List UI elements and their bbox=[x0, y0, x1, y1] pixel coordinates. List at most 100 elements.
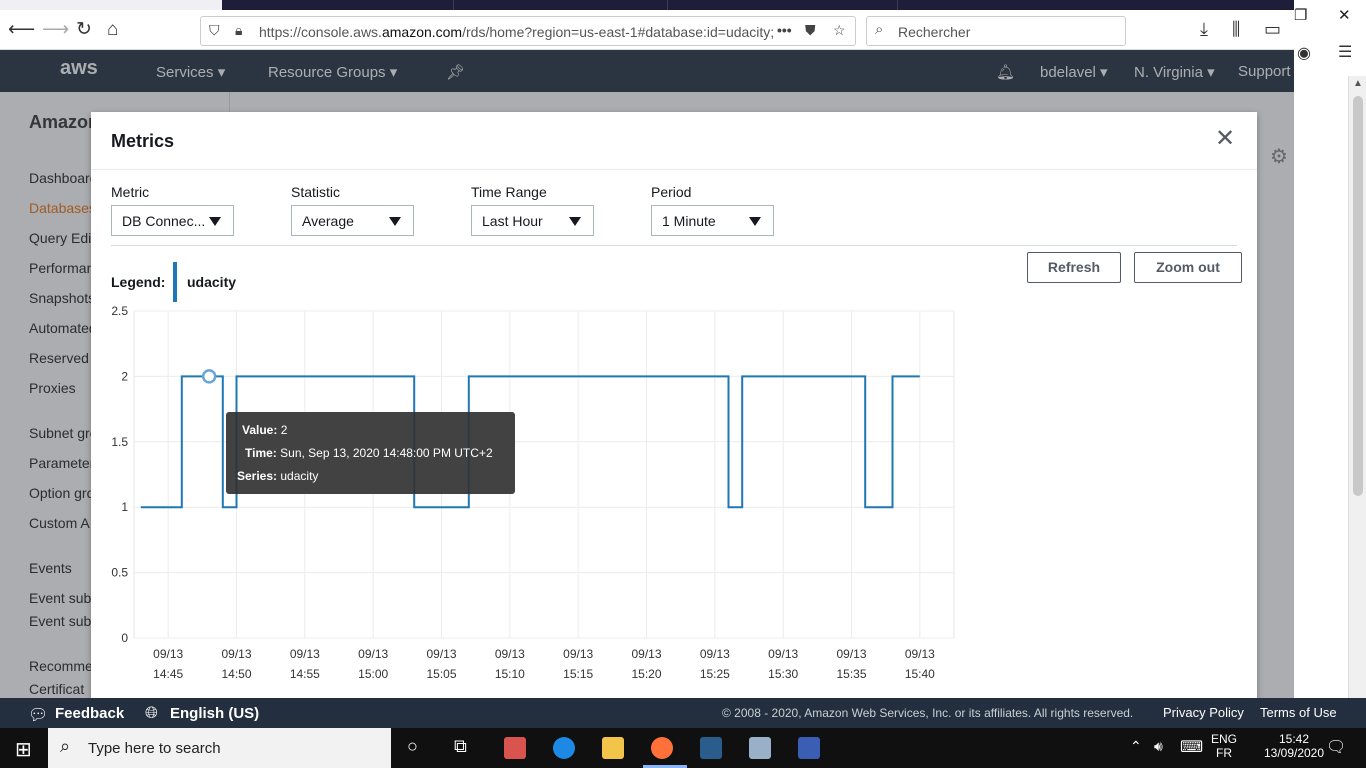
file-explorer-icon[interactable] bbox=[602, 737, 624, 759]
search-icon: ⌕ bbox=[875, 21, 884, 38]
download-icon[interactable]: ⤓ bbox=[1200, 19, 1208, 40]
tab-bar bbox=[222, 0, 1294, 10]
firefox-icon[interactable] bbox=[651, 737, 673, 759]
account-icon[interactable]: ◉ bbox=[1297, 43, 1311, 63]
period-select[interactable]: 1 Minute bbox=[651, 205, 774, 236]
x-tick-time-label: 15:40 bbox=[905, 667, 935, 681]
url-domain: amazon.com bbox=[381, 24, 463, 40]
home-icon[interactable]: ⌂ bbox=[107, 19, 118, 41]
bookmark-star-icon[interactable]: ☆ bbox=[833, 22, 846, 39]
legend-swatch bbox=[173, 262, 177, 302]
x-tick-time-label: 15:35 bbox=[836, 667, 866, 681]
globe-icon[interactable]: 🌐︎ bbox=[145, 705, 158, 723]
modal-header: Metrics ✕ bbox=[91, 112, 1257, 170]
pocket-icon[interactable]: ⛊ bbox=[805, 22, 816, 39]
task-view-icon[interactable]: ⧉ bbox=[454, 736, 467, 757]
browser-tab[interactable] bbox=[222, 0, 454, 10]
office-app-icon[interactable] bbox=[504, 737, 526, 759]
window-controls: ❐ ✕ bbox=[1294, 0, 1366, 34]
feedback-link[interactable]: Feedback bbox=[55, 705, 124, 722]
x-tick-date-label: 09/13 bbox=[221, 647, 251, 661]
metrics-chart[interactable]: 0 0.5 1 1.5 2 2.5 09/13 14:45 09/13 14:50 09/13 14:… bbox=[91, 298, 1257, 702]
edge-browser-icon[interactable] bbox=[553, 737, 575, 759]
refresh-button[interactable]: Refresh bbox=[1027, 252, 1121, 283]
browser-search-box[interactable]: ⌕ Rechercher bbox=[866, 16, 1126, 46]
x-tick-date-label: 09/13 bbox=[836, 647, 866, 661]
x-tick-date-label: 09/13 bbox=[153, 647, 183, 661]
x-tick-date-label: 09/13 bbox=[495, 647, 525, 661]
clock-time: 15:42 bbox=[1278, 732, 1310, 746]
privacy-policy-link[interactable]: Privacy Policy bbox=[1163, 705, 1244, 720]
paint-icon[interactable] bbox=[749, 737, 771, 759]
notifications-icon[interactable]: 🗨︎ bbox=[1326, 737, 1346, 757]
metric-select[interactable]: DB Connec... bbox=[111, 205, 234, 236]
library-icon[interactable]: ⫼ bbox=[1232, 19, 1240, 40]
x-tick-date-label: 09/13 bbox=[358, 647, 388, 661]
back-icon[interactable]: ⟵ bbox=[8, 19, 35, 41]
y-tick-label: 0.5 bbox=[111, 566, 128, 580]
chart-tooltip: Value: 2 Time: Sun, Sep 13, 2020 14:48:0… bbox=[226, 412, 515, 494]
x-tick-time-label: 15:00 bbox=[358, 667, 388, 681]
x-tick-time-label: 15:15 bbox=[563, 667, 593, 681]
volume-icon[interactable]: 🔊︎ bbox=[1154, 738, 1163, 755]
time-range-value: Last Hour bbox=[482, 213, 543, 229]
language-selector[interactable]: English (US) bbox=[170, 705, 259, 722]
statistic-value: Average bbox=[302, 213, 354, 229]
statistic-select[interactable]: Average bbox=[291, 205, 414, 236]
tray-chevron-icon[interactable]: ⌃ bbox=[1130, 738, 1142, 755]
input-language[interactable]: ENG FR bbox=[1210, 732, 1238, 760]
y-tick-label: 0 bbox=[121, 631, 128, 645]
period-value: 1 Minute bbox=[662, 213, 716, 229]
period-label: Period bbox=[651, 184, 692, 200]
zoom-out-button[interactable]: Zoom out bbox=[1134, 252, 1242, 283]
lock-icon[interactable]: 🔒︎ bbox=[235, 22, 242, 39]
url-bar[interactable]: ⛉ 🔒︎ https://console.aws.amazon.com/rds/… bbox=[200, 16, 856, 46]
browser-tab[interactable] bbox=[454, 0, 668, 10]
keyboard-icon[interactable]: ⌨ bbox=[1180, 737, 1203, 757]
tooltip-value-label: Value: bbox=[242, 423, 278, 437]
taskbar-search-placeholder: Type here to search bbox=[88, 740, 221, 757]
close-icon[interactable]: ✕ bbox=[1215, 127, 1235, 151]
restore-window-icon[interactable]: ❐ bbox=[1294, 6, 1307, 24]
cortana-icon[interactable]: ○ bbox=[407, 736, 418, 757]
url-text[interactable]: https://console.aws.amazon.com/rds/home?… bbox=[259, 24, 779, 40]
menu-icon[interactable]: ☰ bbox=[1338, 42, 1352, 62]
x-tick-date-label: 09/13 bbox=[768, 647, 798, 661]
reload-icon[interactable]: ↻ bbox=[76, 19, 92, 41]
taskbar-search[interactable]: ⌕ Type here to search bbox=[48, 728, 391, 768]
network-app-icon[interactable] bbox=[798, 737, 820, 759]
modal-title: Metrics bbox=[111, 131, 175, 151]
mysql-workbench-icon[interactable] bbox=[700, 737, 722, 759]
legend-series-name[interactable]: udacity bbox=[187, 274, 236, 290]
search-icon: ⌕ bbox=[60, 736, 71, 756]
close-window-icon[interactable]: ✕ bbox=[1338, 6, 1351, 24]
y-tick-label: 2.5 bbox=[111, 304, 128, 318]
url-prefix: https://console.aws. bbox=[259, 24, 382, 40]
shield-icon[interactable]: ⛉ bbox=[209, 22, 220, 39]
lang-secondary: FR bbox=[1216, 746, 1232, 760]
taskbar-clock[interactable]: 15:42 13/09/2020 bbox=[1262, 732, 1326, 760]
metrics-modal: Metrics ✕ Metric DB Connec... Statistic … bbox=[91, 112, 1257, 702]
browser-tab[interactable] bbox=[668, 0, 898, 10]
terms-of-use-link[interactable]: Terms of Use bbox=[1260, 705, 1337, 720]
y-tick-label: 1.5 bbox=[111, 435, 128, 449]
sidebar-toggle-icon[interactable]: ▭ bbox=[1264, 19, 1281, 40]
scrollbar-thumb[interactable] bbox=[1353, 96, 1363, 496]
windows-start-icon[interactable]: ⊞ bbox=[15, 737, 32, 762]
url-suffix: /rds/home?region=us-east-1#database:id=u… bbox=[462, 24, 775, 40]
x-tick-time-label: 15:20 bbox=[631, 667, 661, 681]
aws-footer: 💬︎ Feedback 🌐︎ English (US) © 2008 - 202… bbox=[0, 698, 1366, 728]
tooltip-time-label: Time: bbox=[245, 446, 277, 460]
more-actions-icon[interactable]: ••• bbox=[777, 22, 792, 38]
page-scrollbar[interactable]: ▲ bbox=[1348, 76, 1366, 698]
y-tick-label: 1 bbox=[121, 500, 128, 514]
x-tick-date-label: 09/13 bbox=[290, 647, 320, 661]
statistic-label: Statistic bbox=[291, 184, 341, 200]
scroll-up-icon[interactable]: ▲ bbox=[1353, 78, 1363, 89]
hover-point-marker[interactable] bbox=[201, 369, 217, 384]
copyright-text: © 2008 - 2020, Amazon Web Services, Inc.… bbox=[722, 706, 1134, 720]
forward-icon[interactable]: ⟶ bbox=[42, 19, 69, 41]
time-range-select[interactable]: Last Hour bbox=[471, 205, 594, 236]
x-tick-time-label: 15:10 bbox=[495, 667, 525, 681]
feedback-icon[interactable]: 💬︎ bbox=[28, 705, 48, 725]
